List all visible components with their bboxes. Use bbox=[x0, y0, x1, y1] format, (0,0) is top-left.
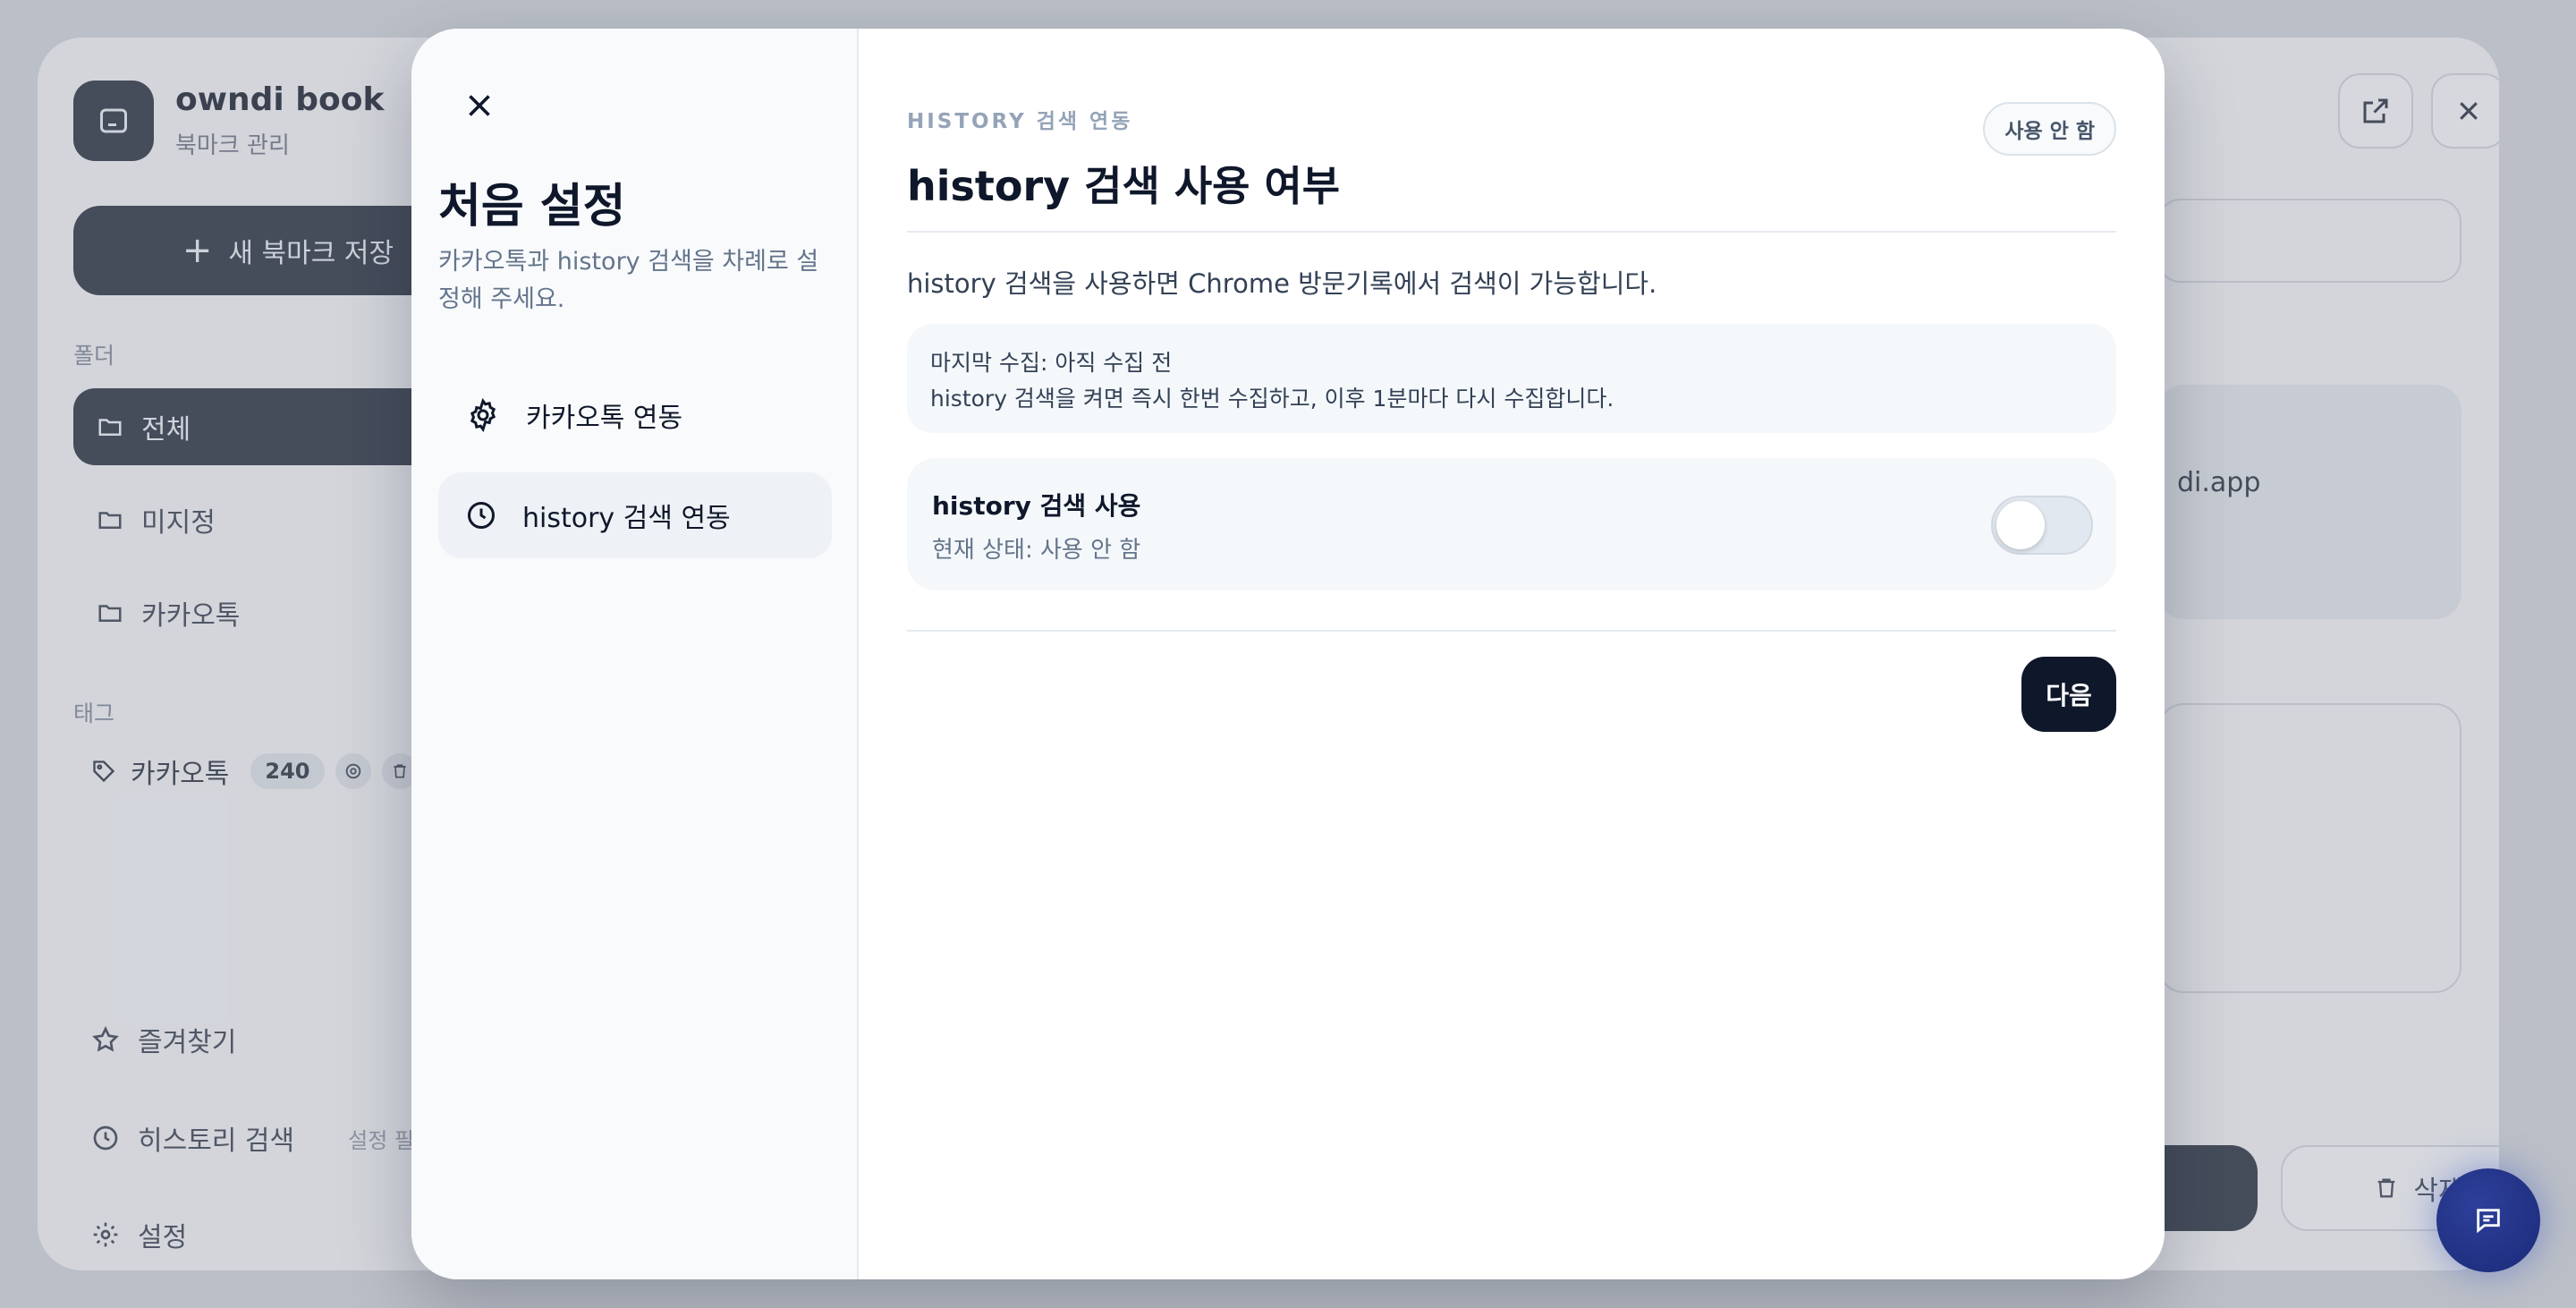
next-button[interactable]: 다음 bbox=[2021, 657, 2116, 732]
divider bbox=[907, 630, 2116, 632]
step-label: history 검색 연동 bbox=[522, 503, 731, 534]
collection-info-box: 마지막 수집: 아직 수집 전 history 검색을 켜면 즉시 한번 수집하… bbox=[907, 324, 2116, 433]
toggle-title: history 검색 사용 bbox=[932, 491, 1141, 521]
section-eyebrow: HISTORY 검색 연동 bbox=[907, 110, 1133, 133]
gear-icon bbox=[470, 397, 496, 433]
modal-content: HISTORY 검색 연동 사용 안 함 history 검색 사용 여부 hi… bbox=[859, 29, 2165, 1279]
divider bbox=[907, 231, 2116, 233]
clock-icon bbox=[468, 502, 495, 529]
step-history[interactable]: history 검색 연동 bbox=[438, 472, 832, 558]
toggle-knob bbox=[1996, 501, 2045, 549]
modal-close-button[interactable] bbox=[453, 79, 506, 132]
step-kakaotalk[interactable]: 카카오톡 연동 bbox=[438, 372, 832, 458]
onboarding-modal: 처음 설정 카카오톡과 history 검색을 차례로 설정해 주세요. 카카오… bbox=[411, 29, 2165, 1279]
modal-title: 처음 설정 bbox=[438, 180, 626, 234]
close-icon bbox=[469, 95, 490, 116]
section-lead: history 검색을 사용하면 Chrome 방문기록에서 검색이 가능합니다… bbox=[907, 268, 1657, 299]
collection-note-text: history 검색을 켜면 즉시 한번 수집하고, 이후 1분마다 다시 수집… bbox=[930, 386, 1614, 412]
chat-icon bbox=[2477, 1209, 2500, 1234]
step-label: 카카오톡 연동 bbox=[526, 403, 683, 434]
modal-step-panel: 처음 설정 카카오톡과 history 검색을 차례로 설정해 주세요. 카카오… bbox=[411, 29, 859, 1279]
chat-fab-button[interactable] bbox=[2436, 1168, 2540, 1272]
last-collected-text: 마지막 수집: 아직 수집 전 bbox=[930, 350, 1173, 376]
status-badge: 사용 안 함 bbox=[1983, 102, 2116, 156]
history-toggle-row: history 검색 사용 현재 상태: 사용 안 함 bbox=[907, 458, 2116, 590]
toggle-state-text: 현재 상태: 사용 안 함 bbox=[932, 537, 1141, 564]
history-toggle-switch[interactable] bbox=[1991, 496, 2093, 555]
modal-description: 카카오톡과 history 검색을 차례로 설정해 주세요. bbox=[438, 248, 819, 313]
section-heading: history 검색 사용 여부 bbox=[907, 162, 1341, 210]
